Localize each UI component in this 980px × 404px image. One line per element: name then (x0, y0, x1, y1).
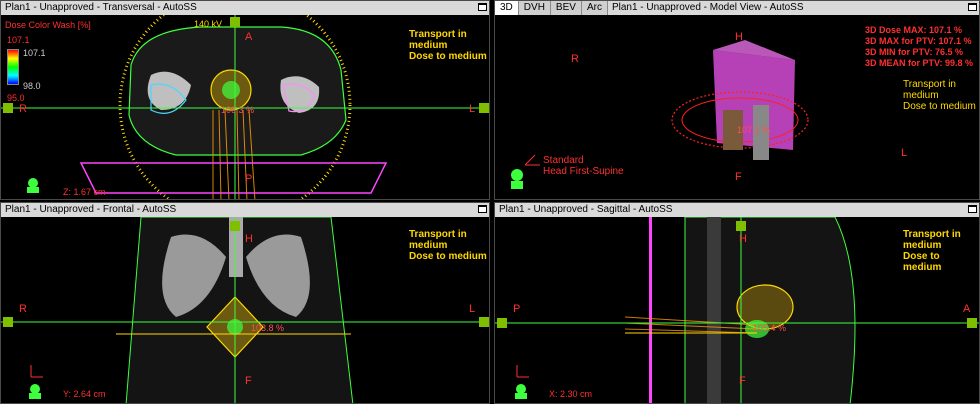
crosshair-handle-left (3, 317, 13, 327)
slice-coordinate: Y: 2.64 cm (63, 389, 106, 399)
model-view[interactable]: 3D DVH BEV Arc Plan1 - Unapproved - Mode… (494, 0, 980, 200)
orient-bottom: F (735, 171, 742, 183)
dose-wash-max: 107.1 (7, 35, 30, 45)
crosshair-handle-top (230, 221, 240, 231)
stat-3d-max-ptv: 3D MAX for PTV: 107.1 % (864, 36, 972, 46)
patient-orientation-icon (511, 169, 523, 181)
frontal-titlebar[interactable]: Plan1 - Unapproved - Frontal - AutoSS (1, 203, 489, 217)
maximize-icon[interactable] (478, 205, 487, 213)
crosshair-handle-left (3, 103, 13, 113)
tab-dvh[interactable]: DVH (518, 1, 551, 15)
crosshair-handle-right (967, 318, 977, 328)
crosshair-handle-top (736, 221, 746, 231)
orient-right: L (901, 147, 908, 159)
orient-right: L (469, 303, 476, 315)
model-tabbar: 3D DVH BEV Arc Plan1 - Unapproved - Mode… (495, 1, 979, 15)
spine (707, 217, 721, 403)
orient-top: A (245, 31, 253, 43)
orient-left: R (19, 103, 27, 115)
couch-contour (79, 162, 388, 194)
dose-wash-min: 95.0 (7, 93, 25, 103)
orient-right: L (469, 103, 476, 115)
orient-top: H (735, 31, 743, 43)
orient-bottom: P (245, 173, 253, 185)
dose-wash-low: 98.0 (23, 81, 41, 91)
dose-percent: 107.1 % (737, 125, 771, 135)
dose-percent: 105.4 % (753, 323, 787, 333)
orient-left: R (19, 303, 27, 315)
dose-percent: 106.3 % (221, 105, 255, 115)
stat-3d-mean-ptv: 3D MEAN for PTV: 99.8 % (864, 58, 973, 68)
crosshair-handle-right (479, 103, 489, 113)
stat-3d-min-ptv: 3D MIN for PTV: 76.5 % (864, 47, 963, 57)
sagittal-titlebar[interactable]: Plan1 - Unapproved - Sagittal - AutoSS (495, 203, 979, 217)
tab-bev[interactable]: BEV (550, 1, 582, 15)
orient-left: R (571, 53, 579, 65)
tab-arc[interactable]: Arc (581, 1, 608, 15)
dose-percent: 103.8 % (251, 323, 285, 333)
transport-note: Transport in medium Dose to medium (903, 79, 976, 112)
kv-label: 140 kV (194, 19, 223, 29)
patient-orientation-label: Standard Head First-Supine (543, 155, 624, 177)
transport-note: Transport in medium Dose to medium (903, 229, 961, 273)
sagittal-view[interactable]: Plan1 - Unapproved - Sagittal - AutoSS T… (494, 202, 980, 404)
maximize-icon[interactable] (968, 3, 977, 11)
frontal-title: Plan1 - Unapproved - Frontal - AutoSS (5, 204, 177, 215)
patient-orientation-icon (516, 384, 526, 394)
frontal-view[interactable]: Plan1 - Unapproved - Frontal - AutoSS Tr… (0, 202, 490, 404)
model-title: Plan1 - Unapproved - Model View - AutoSS (611, 2, 804, 13)
slice-coordinate: Z: 1.67 cm (63, 187, 106, 197)
orient-bottom: F (739, 375, 746, 387)
dose-wash-label: Dose Color Wash [%] (5, 20, 91, 30)
orient-top: H (245, 233, 253, 245)
transversal-view[interactable]: Plan1 - Unapproved - Transversal - AutoS… (0, 0, 490, 200)
transversal-titlebar[interactable]: Plan1 - Unapproved - Transversal - AutoS… (1, 1, 489, 15)
patient-orientation-icon (30, 384, 40, 394)
crosshair-handle-top (230, 17, 240, 27)
transport-note: Transport in medium Dose to medium (409, 229, 487, 262)
couch-edge (649, 217, 652, 403)
orient-bottom: F (245, 375, 252, 387)
dose-stats: 3D Dose MAX: 107.1 % 3D MAX for PTV: 107… (865, 25, 973, 69)
patient-orientation-icon (28, 178, 38, 188)
slice-coordinate: X: 2.30 cm (549, 389, 593, 399)
sagittal-title: Plan1 - Unapproved - Sagittal - AutoSS (499, 204, 673, 215)
orient-left: P (513, 303, 521, 315)
dose-wash-top: 107.1 (23, 48, 46, 58)
dose-hotspot (222, 81, 240, 99)
stat-3d-dose-max: 3D Dose MAX: 107.1 % (864, 25, 963, 35)
transport-note: Transport in medium Dose to medium (409, 29, 487, 62)
orient-top: H (739, 233, 747, 245)
orient-right: A (963, 303, 971, 315)
crosshair-handle-left (497, 318, 507, 328)
crosshair-handle-right (479, 317, 489, 327)
maximize-icon[interactable] (968, 205, 977, 213)
tab-3d[interactable]: 3D (495, 1, 519, 15)
maximize-icon[interactable] (478, 3, 487, 11)
transversal-title: Plan1 - Unapproved - Transversal - AutoS… (5, 2, 197, 13)
dose-colorbar[interactable] (7, 49, 19, 85)
